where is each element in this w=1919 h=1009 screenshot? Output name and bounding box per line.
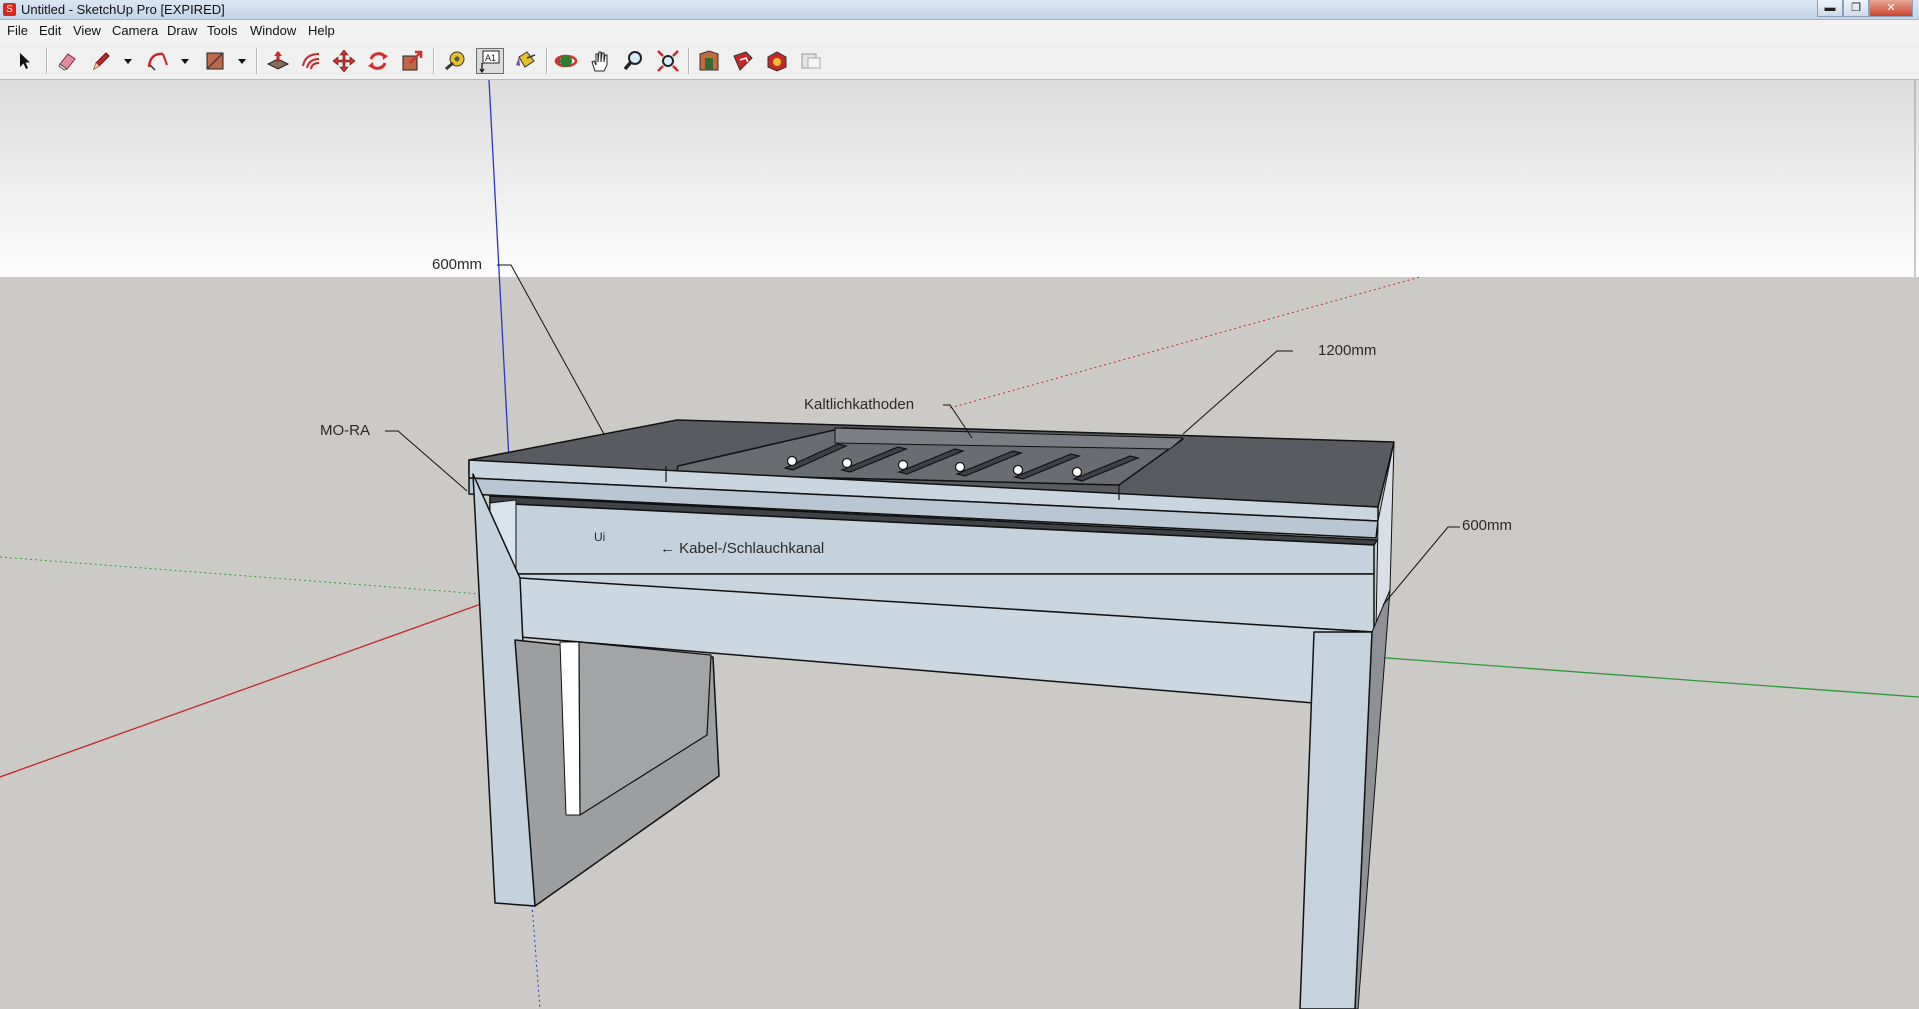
send-to-layout-icon[interactable] — [797, 48, 825, 74]
share-model-icon[interactable] — [729, 48, 757, 74]
menu-camera[interactable]: Camera — [112, 23, 158, 38]
sky — [0, 80, 1919, 277]
select-tool-icon[interactable] — [11, 48, 39, 74]
svg-text:A1: A1 — [485, 53, 496, 63]
toolbar-separator — [688, 48, 690, 74]
menu-edit[interactable]: Edit — [39, 23, 61, 38]
shape-tools-dropdown-icon[interactable] — [237, 56, 247, 66]
window-title: Untitled - SketchUp Pro [EXPIRED] — [21, 2, 225, 17]
tape-measure-tool-icon[interactable] — [441, 48, 469, 74]
sketchup-app-icon: S — [3, 3, 16, 16]
menu-view[interactable]: View — [73, 23, 101, 38]
menu-window[interactable]: Window — [250, 23, 296, 38]
pan-tool-icon[interactable] — [586, 48, 614, 74]
zoom-extents-tool-icon[interactable] — [654, 48, 682, 74]
close-button[interactable]: ✕ — [1869, 0, 1913, 17]
pencil-line-tool-icon[interactable] — [87, 48, 115, 74]
arc-tools-dropdown-icon[interactable] — [180, 56, 190, 66]
dimension-label-top-depth[interactable]: 600mm — [432, 256, 482, 273]
zoom-tool-icon[interactable] — [620, 48, 648, 74]
menu-bar: File Edit View Camera Draw Tools Window … — [0, 20, 1919, 42]
toolbar-separator — [46, 48, 48, 74]
label-cold-cathodes[interactable]: Kaltlichkathoden — [804, 396, 914, 413]
viewport-canvas — [0, 80, 1919, 1009]
dimension-label-side-depth[interactable]: 600mm — [1462, 517, 1512, 534]
toolbar-separator — [433, 48, 435, 74]
label-small-mark[interactable]: Ui — [594, 530, 605, 544]
arc-tool-icon[interactable] — [144, 48, 172, 74]
paint-bucket-tool-icon[interactable] — [511, 48, 539, 74]
orbit-tool-icon[interactable] — [552, 48, 580, 74]
offset-tool-icon[interactable] — [297, 48, 325, 74]
rotate-tool-icon[interactable] — [364, 48, 392, 74]
maximize-button[interactable]: ❐ — [1843, 0, 1869, 17]
window-controls: ▬ ❐ ✕ — [1817, 0, 1913, 17]
label-mora[interactable]: MO-RA — [320, 422, 370, 439]
minimize-button[interactable]: ▬ — [1817, 0, 1843, 17]
dimension-label-width[interactable]: 1200mm — [1318, 342, 1376, 359]
toolbar-separator — [256, 48, 258, 74]
title-bar: S Untitled - SketchUp Pro [EXPIRED] ▬ ❐ … — [0, 0, 1919, 20]
rectangle-tool-icon[interactable] — [201, 48, 229, 74]
model-viewport[interactable]: 600mm 1200mm 600mm MO-RA Kaltlichkathode… — [0, 80, 1919, 1009]
push-pull-tool-icon[interactable] — [264, 48, 292, 74]
main-toolbar: A1 — [0, 42, 1919, 80]
menu-help[interactable]: Help — [308, 23, 335, 38]
menu-tools[interactable]: Tools — [207, 23, 237, 38]
menu-file[interactable]: File — [7, 23, 28, 38]
label-cable-channel[interactable]: ← Kabel-/Schlauchkanal — [660, 540, 824, 557]
menu-draw[interactable]: Draw — [167, 23, 197, 38]
line-tools-dropdown-icon[interactable] — [123, 56, 133, 66]
text-tool-icon[interactable]: A1 — [476, 48, 504, 74]
move-tool-icon[interactable] — [330, 48, 358, 74]
extension-warehouse-icon[interactable] — [763, 48, 791, 74]
3d-warehouse-icon[interactable] — [695, 48, 723, 74]
scale-tool-icon[interactable] — [398, 48, 426, 74]
toolbar-separator — [546, 48, 548, 74]
eraser-tool-icon[interactable] — [53, 48, 81, 74]
